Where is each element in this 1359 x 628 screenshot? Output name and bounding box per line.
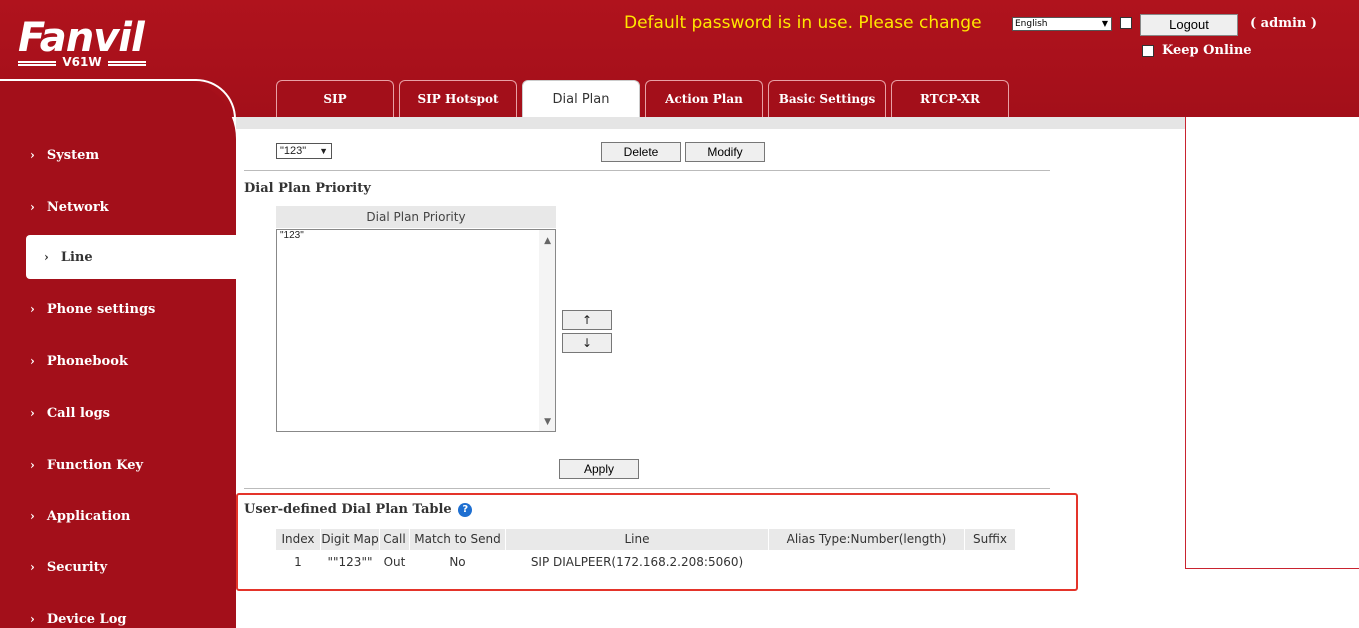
sidebar-item-label: Phonebook	[46, 353, 128, 369]
language-value: English	[1015, 19, 1048, 29]
column-header: Alias Type:Number(length)	[769, 529, 964, 550]
chevron-right-icon: ›	[30, 148, 35, 162]
sidebar: › System › Network › Line › Phone settings ›…	[0, 79, 236, 628]
language-select[interactable]: English ▼	[1012, 17, 1112, 31]
logo-bar-left	[18, 61, 57, 63]
chevron-right-icon: ›	[30, 458, 35, 472]
sidebar-item-label: Network	[46, 199, 109, 215]
table-cell	[769, 552, 964, 573]
column-header: Match to Send	[410, 529, 505, 550]
sidebar-item-label: Phone settings	[46, 301, 156, 317]
sidebar-item-label: Function Key	[46, 457, 144, 473]
scroll-up-icon[interactable]: ▲	[544, 236, 551, 246]
keep-online[interactable]: Keep Online	[1142, 43, 1252, 58]
question-icon[interactable]: ?	[458, 503, 473, 517]
user-table-title: User-defined Dial Plan Table ?	[244, 502, 473, 517]
chevron-right-icon: ›	[44, 250, 49, 264]
divider	[244, 488, 1050, 489]
priority-list-header: Dial Plan Priority	[276, 206, 556, 228]
move-down-button[interactable]: ↓	[562, 333, 612, 353]
sidebar-item-function-key[interactable]: › Function Key	[0, 443, 236, 487]
sidebar-item-label: Application	[46, 508, 131, 524]
table-cell: SIP DIALPEER(172.168.2.208:5060)	[530, 555, 744, 569]
chevron-right-icon: ›	[30, 560, 35, 574]
right-panel	[1185, 117, 1359, 569]
tab-sip[interactable]: SIP	[276, 80, 394, 117]
tab-bar: SIP SIP Hotspot Dial Plan Action Plan Ba…	[276, 80, 1014, 117]
column-header: Line	[506, 529, 768, 550]
chevron-right-icon: ›	[30, 406, 35, 420]
table-cell	[965, 552, 1015, 573]
sidebar-item-network[interactable]: › Network	[0, 185, 236, 229]
tab-rtcp-xr[interactable]: RTCP-XR	[891, 80, 1009, 117]
apply-button[interactable]: Apply	[559, 459, 639, 479]
sidebar-item-security[interactable]: › Security	[0, 545, 236, 589]
listbox-scrollbar[interactable]	[539, 230, 555, 431]
sidebar-item-phonebook[interactable]: › Phonebook	[0, 339, 236, 383]
sidebar-item-label: System	[46, 147, 100, 163]
table-cell: ""123""	[327, 555, 373, 569]
keep-online-checkbox[interactable]	[1142, 44, 1154, 57]
table-header-row: Index Digit Map Call Match to Send Line …	[276, 529, 1016, 550]
sidebar-item-application[interactable]: › Application	[0, 494, 236, 538]
current-user: ( admin )	[1250, 16, 1318, 31]
sidebar-item-device-log[interactable]: › Device Log	[0, 597, 236, 628]
table-cell: Out	[383, 555, 406, 569]
sidebar-item-label: Security	[46, 559, 108, 575]
language-checkbox[interactable]	[1120, 17, 1132, 29]
chevron-right-icon: ›	[30, 200, 35, 214]
content-top-strip	[236, 117, 1186, 129]
tab-sip-hotspot[interactable]: SIP Hotspot	[399, 80, 517, 117]
chevron-down-icon: ▼	[1101, 19, 1108, 28]
tab-action-plan[interactable]: Action Plan	[645, 80, 763, 117]
keep-online-label: Keep Online	[1162, 43, 1252, 58]
chevron-right-icon: ›	[30, 354, 35, 368]
scroll-down-icon[interactable]: ▼	[544, 417, 551, 427]
tab-dial-plan[interactable]: Dial Plan	[522, 80, 640, 117]
sidebar-item-label: Line	[60, 249, 93, 265]
column-header: Index	[276, 529, 320, 550]
priority-list-item[interactable]: "123"	[277, 230, 555, 242]
dial-plan-select[interactable]: "123" ▼	[276, 143, 332, 159]
sidebar-curve	[0, 79, 236, 119]
logo-bar-right	[107, 61, 147, 63]
priority-section-title: Dial Plan Priority	[244, 181, 371, 196]
priority-listbox[interactable]: "123" ▲ ▼	[276, 229, 556, 432]
table-row[interactable]: 1 ""123"" Out No SIP DIALPEER(172.168.2.…	[276, 552, 1016, 573]
sidebar-item-line[interactable]: › Line	[26, 235, 236, 279]
column-header: Suffix	[965, 529, 1015, 550]
sidebar-item-phone-settings[interactable]: › Phone settings	[0, 287, 236, 331]
move-up-button[interactable]: ↑	[562, 310, 612, 330]
table-cell: No	[449, 555, 466, 569]
model-row: V61W	[18, 55, 147, 69]
chevron-right-icon: ›	[30, 509, 35, 523]
chevron-right-icon: ›	[30, 302, 35, 316]
dial-plan-select-value: "123"	[280, 145, 307, 157]
sidebar-item-label: Device Log	[46, 611, 127, 627]
column-header: Call	[380, 529, 409, 550]
divider	[244, 170, 1050, 171]
delete-button[interactable]: Delete	[601, 142, 681, 162]
sidebar-item-system[interactable]: › System	[0, 133, 236, 177]
logout-button[interactable]: Logout	[1140, 14, 1238, 36]
brand-name: Fanvil	[18, 15, 145, 61]
table-cell: 1	[294, 555, 302, 569]
sidebar-item-label: Call logs	[46, 405, 111, 421]
chevron-down-icon: ▼	[319, 146, 328, 156]
user-table-title-text: User-defined Dial Plan Table	[244, 502, 452, 517]
model-name: V61W	[62, 55, 102, 69]
chevron-right-icon: ›	[30, 612, 35, 626]
modify-button[interactable]: Modify	[685, 142, 765, 162]
fanvil-logo: Fanvil V61W	[18, 15, 168, 69]
sidebar-item-call-logs[interactable]: › Call logs	[0, 391, 236, 435]
password-warning[interactable]: Default password is in use. Please chang…	[624, 13, 982, 33]
tab-basic-settings[interactable]: Basic Settings	[768, 80, 886, 117]
column-header: Digit Map	[321, 529, 379, 550]
